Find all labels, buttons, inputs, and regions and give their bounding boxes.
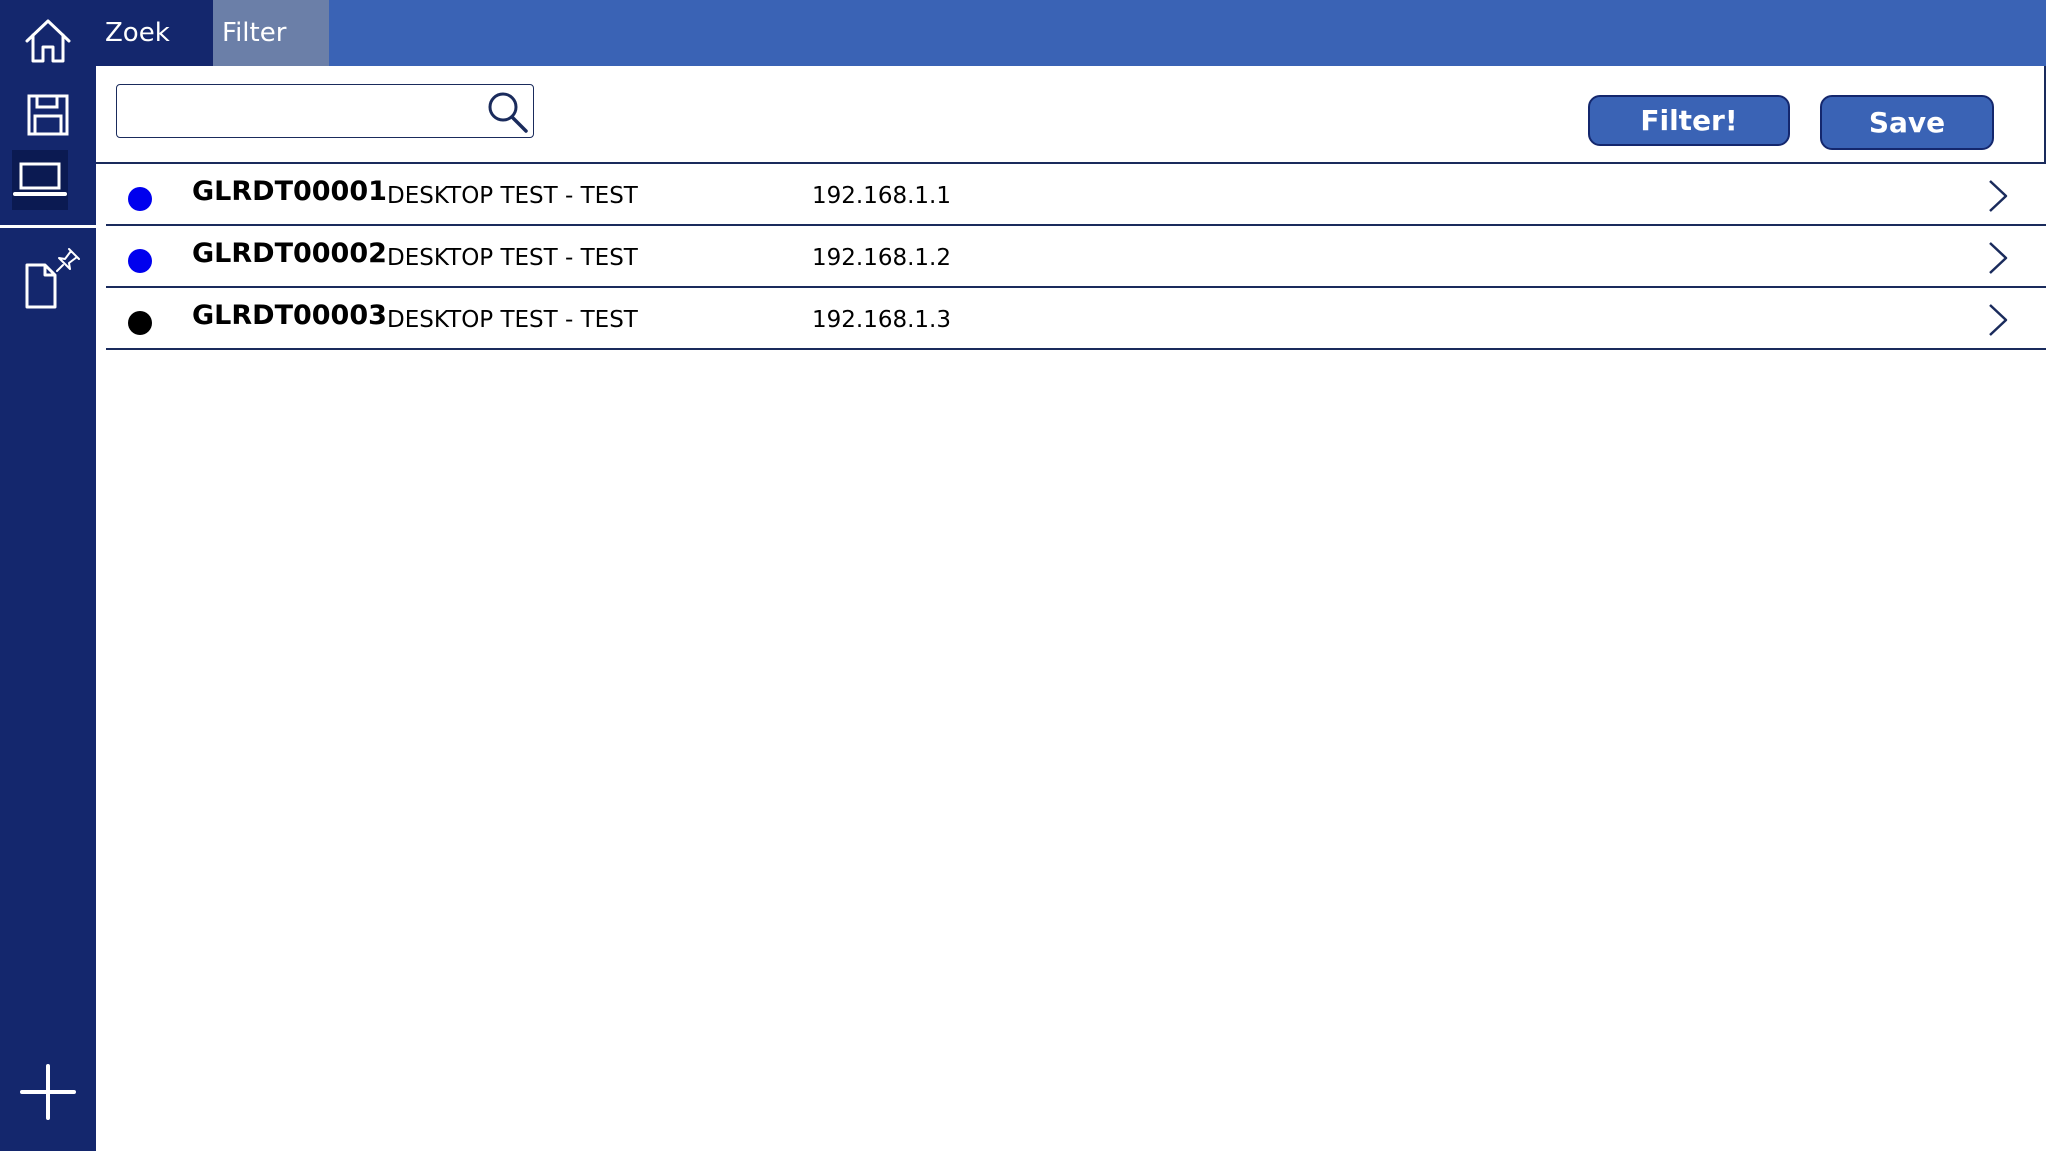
search-box: [116, 84, 534, 138]
laptop-icon: [13, 162, 67, 196]
nav-add-button[interactable]: [0, 1057, 96, 1127]
nav-divider: [0, 225, 96, 228]
device-ip: 192.168.1.2: [812, 245, 951, 271]
nav-rail: [0, 0, 96, 1151]
device-description: DESKTOP TEST - TEST: [387, 307, 638, 333]
table-row[interactable]: GLRDT00003 DESKTOP TEST - TEST 192.168.1…: [106, 288, 2046, 350]
device-id: GLRDT00003: [192, 300, 387, 331]
device-list: GLRDT00001 DESKTOP TEST - TEST 192.168.1…: [106, 164, 2046, 350]
status-dot: [128, 249, 152, 273]
document-pin-icon: [25, 248, 80, 309]
nav-document-button[interactable]: [0, 240, 96, 320]
tab-zoek[interactable]: Zoek: [96, 0, 213, 66]
tab-bar: Zoek Filter: [96, 0, 2046, 66]
app-window: Zoek Filter Filter! Save GLRDT00001 DESK…: [0, 0, 2046, 1151]
device-description: DESKTOP TEST - TEST: [387, 183, 638, 209]
nav-save-button[interactable]: [0, 84, 96, 146]
device-ip: 192.168.1.1: [812, 183, 951, 209]
status-dot: [128, 187, 152, 211]
save-icon: [27, 94, 69, 136]
toolbar: Filter! Save: [96, 66, 2046, 164]
chevron-right-icon[interactable]: [1986, 302, 2010, 338]
plus-icon: [20, 1064, 76, 1120]
device-description: DESKTOP TEST - TEST: [387, 245, 638, 271]
device-id: GLRDT00001: [192, 176, 387, 207]
device-ip: 192.168.1.3: [812, 307, 951, 333]
search-input[interactable]: [125, 91, 469, 133]
table-row[interactable]: GLRDT00001 DESKTOP TEST - TEST 192.168.1…: [106, 164, 2046, 226]
nav-home-button[interactable]: [0, 10, 96, 72]
filter-button[interactable]: Filter!: [1588, 95, 1790, 146]
chevron-right-icon[interactable]: [1986, 240, 2010, 276]
save-button[interactable]: Save: [1820, 95, 1994, 150]
status-dot: [128, 311, 152, 335]
device-id: GLRDT00002: [192, 238, 387, 269]
chevron-right-icon[interactable]: [1986, 178, 2010, 214]
tab-filter[interactable]: Filter: [213, 0, 329, 66]
search-icon[interactable]: [483, 88, 531, 136]
nav-devices-button[interactable]: [12, 150, 68, 210]
table-row[interactable]: GLRDT00002 DESKTOP TEST - TEST 192.168.1…: [106, 226, 2046, 288]
home-icon: [25, 19, 71, 63]
